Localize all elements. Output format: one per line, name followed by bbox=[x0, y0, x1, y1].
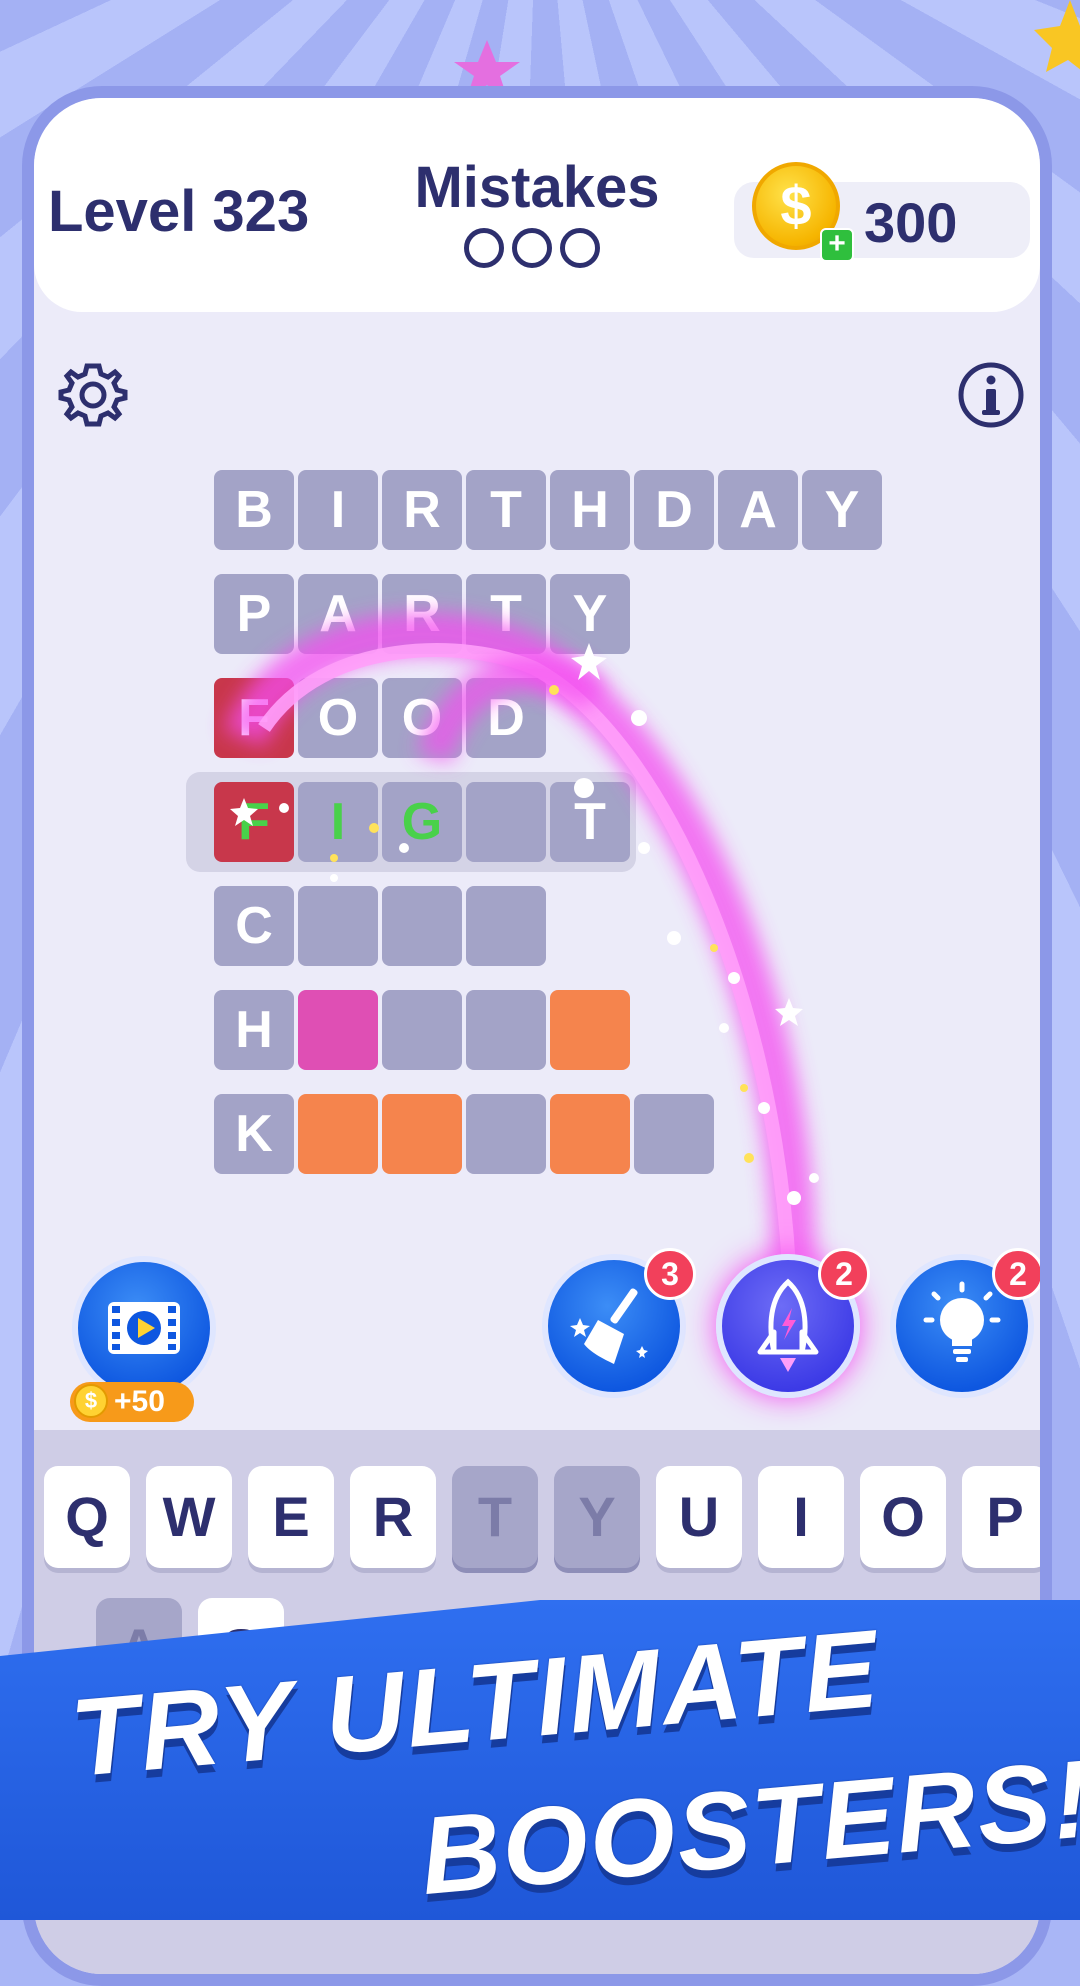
key-u[interactable]: U bbox=[656, 1466, 742, 1568]
promo-banner: TRY ULTIMATE BOOSTERS! bbox=[0, 1600, 1080, 1920]
rocket-sparkle-trail bbox=[223, 612, 819, 1269]
key-y[interactable]: Y bbox=[554, 1466, 640, 1568]
video-reward-pill: $ +50 bbox=[70, 1382, 194, 1422]
key-r[interactable]: R bbox=[350, 1466, 436, 1568]
sweep-booster-button[interactable]: 3 bbox=[542, 1248, 696, 1398]
coin-icon: $ bbox=[74, 1384, 108, 1418]
key-w[interactable]: W bbox=[146, 1466, 232, 1568]
key-q[interactable]: Q bbox=[44, 1466, 130, 1568]
rocket-count-badge: 2 bbox=[818, 1248, 870, 1300]
key-o[interactable]: O bbox=[860, 1466, 946, 1568]
rocket-booster-button[interactable]: 2 bbox=[716, 1248, 870, 1398]
key-t[interactable]: T bbox=[452, 1466, 538, 1568]
watch-video-button[interactable] bbox=[72, 1256, 216, 1400]
key-i[interactable]: I bbox=[758, 1466, 844, 1568]
yellow-star-decoration-icon bbox=[1034, 0, 1080, 72]
hint-count-badge: 2 bbox=[992, 1248, 1040, 1300]
video-film-icon bbox=[108, 1302, 180, 1354]
hint-booster-button[interactable]: 2 bbox=[890, 1248, 1040, 1398]
key-e[interactable]: E bbox=[248, 1466, 334, 1568]
video-reward-amount: +50 bbox=[114, 1385, 165, 1418]
key-p[interactable]: P bbox=[962, 1466, 1040, 1568]
sweep-count-badge: 3 bbox=[644, 1248, 696, 1300]
